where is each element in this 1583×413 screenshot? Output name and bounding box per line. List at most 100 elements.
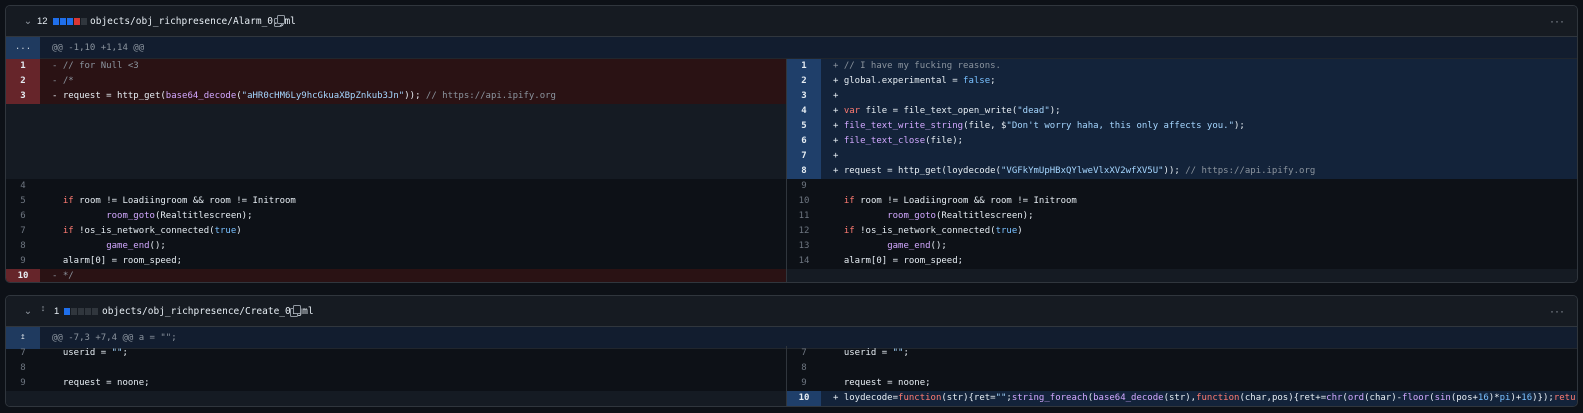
- code-line: 8 + request = http_get(loydecode("VGFkYmU…: [787, 164, 1577, 179]
- file-path-link[interactable]: objects/obj_richpresence/Create_0.gml: [102, 306, 314, 318]
- diffstat-square: [64, 308, 70, 315]
- code-line: 6 + file_text_close(file);: [787, 134, 1577, 149]
- diffstat-square: [92, 308, 98, 315]
- diffstat-square: [85, 308, 91, 315]
- line-number[interactable]: 4: [6, 179, 40, 194]
- line-number[interactable]: [6, 391, 40, 406]
- line-number[interactable]: 3: [6, 89, 40, 104]
- line-number[interactable]: 9: [6, 376, 40, 391]
- line-number[interactable]: 6: [6, 209, 40, 224]
- empty-line: [6, 119, 786, 134]
- file-header: ⌄ 12 objects/obj_richpresence/Alarm_0.gm…: [6, 6, 1577, 37]
- code-line: 3 - request = http_get(base64_decode("aHR…: [6, 89, 786, 104]
- code-text: if !os_is_network_connected(true): [843, 226, 1023, 236]
- line-number[interactable]: 1: [787, 59, 821, 74]
- line-number[interactable]: 5: [787, 119, 821, 134]
- split-divider: [786, 59, 787, 282]
- line-number[interactable]: 9: [787, 179, 821, 194]
- line-number[interactable]: [787, 269, 821, 282]
- empty-line: [6, 104, 786, 119]
- code-line: 14 alarm[0] = room_speed;: [787, 254, 1577, 269]
- chevron-down-icon[interactable]: ⌄: [22, 306, 34, 318]
- empty-line: [787, 269, 1577, 282]
- code-line: 5 if room != Loadiingroom && room != Ini…: [6, 194, 786, 209]
- expand-hunk-button[interactable]: ...: [6, 37, 40, 59]
- diff-left-side: 1 - // for Null <3 2 - /* 3 - request = http_…: [6, 59, 786, 282]
- code-line: 8: [6, 361, 786, 376]
- line-number[interactable]: 8: [6, 361, 40, 376]
- line-number[interactable]: 8: [787, 164, 821, 179]
- code-line: 9 alarm[0] = room_speed;: [6, 254, 786, 269]
- code-line: 7 if !os_is_network_connected(true): [6, 224, 786, 239]
- code-text: +: [833, 91, 839, 101]
- code-line: 8 game_end();: [6, 239, 786, 254]
- code-text: request = noone;: [833, 378, 931, 388]
- line-number[interactable]: [6, 149, 40, 164]
- line-number[interactable]: 13: [787, 239, 821, 254]
- kebab-horizontal-icon[interactable]: ···: [1550, 15, 1565, 27]
- file-path-link[interactable]: objects/obj_richpresence/Alarm_0.gml: [90, 16, 296, 28]
- line-number[interactable]: 9: [787, 376, 821, 391]
- code-line: 11 room_goto(Realtitlescreen);: [787, 209, 1577, 224]
- line-number[interactable]: 8: [787, 361, 821, 376]
- hunk-header: ... @@ -1,10 +1,14 @@: [6, 37, 1577, 59]
- code-text: - /*: [52, 76, 74, 86]
- diff-file-create: ⌄ ↕ 1 objects/obj_richpresence/Create_0.…: [5, 295, 1578, 407]
- line-number[interactable]: 5: [6, 194, 40, 209]
- diffstat-square: [71, 308, 77, 315]
- line-number[interactable]: 8: [6, 239, 40, 254]
- code-text: game_end();: [106, 241, 166, 251]
- line-number[interactable]: 4: [787, 104, 821, 119]
- line-number[interactable]: 7: [6, 346, 40, 361]
- code-line: 10 + loydecode=function(str){ret="";strin…: [787, 391, 1577, 406]
- hunk-range: @@ -1,10 +1,14 @@: [52, 43, 145, 53]
- line-number[interactable]: 10: [787, 391, 821, 406]
- line-number[interactable]: [6, 134, 40, 149]
- code-text: room_goto(Realtitlescreen);: [106, 211, 253, 221]
- code-text: userid = "";: [52, 348, 128, 358]
- diff-right-side: 1 + // I have my fucking reasons. 2 + globa…: [787, 59, 1577, 282]
- line-number[interactable]: 7: [787, 149, 821, 164]
- copy-icon[interactable]: [274, 15, 286, 27]
- diffstat-square: [53, 18, 59, 25]
- diff-right-side: 7 userid = ""; 8 9 request = noone; 10 + loy…: [787, 346, 1577, 406]
- code-line: 1 - // for Null <3: [6, 59, 786, 74]
- unfold-icon[interactable]: ↕: [38, 304, 48, 320]
- code-line: 6 room_goto(Realtitlescreen);: [6, 209, 786, 224]
- line-number[interactable]: 9: [6, 254, 40, 269]
- split-divider: [786, 346, 787, 406]
- line-number[interactable]: [6, 119, 40, 134]
- code-text: + loydecode=function(str){ret="";string_…: [833, 393, 1577, 403]
- code-text: request = noone;: [52, 378, 150, 388]
- code-text: + request = http_get(loydecode("VGFkYmUp…: [833, 166, 1316, 176]
- empty-line: [6, 391, 786, 406]
- line-number[interactable]: 7: [6, 224, 40, 239]
- chevron-down-icon[interactable]: ⌄: [22, 16, 34, 28]
- diff-file-alarm: ⌄ 12 objects/obj_richpresence/Alarm_0.gm…: [5, 5, 1578, 283]
- line-number[interactable]: 6: [787, 134, 821, 149]
- diffstat-square: [78, 308, 84, 315]
- copy-icon[interactable]: [290, 305, 302, 317]
- line-number[interactable]: [6, 164, 40, 179]
- line-number[interactable]: 2: [6, 74, 40, 89]
- code-line: 9 request = noone;: [6, 376, 786, 391]
- line-number[interactable]: 12: [787, 224, 821, 239]
- line-number[interactable]: 10: [6, 269, 40, 282]
- line-number[interactable]: 14: [787, 254, 821, 269]
- kebab-horizontal-icon[interactable]: ···: [1550, 305, 1565, 317]
- code-line: 5 + file_text_write_string(file, $"Don't …: [787, 119, 1577, 134]
- line-number[interactable]: 11: [787, 209, 821, 224]
- code-text: - request = http_get(base64_decode("aHR0…: [52, 91, 556, 101]
- line-number[interactable]: 2: [787, 74, 821, 89]
- code-text: + global.experimental = false;: [833, 76, 996, 86]
- line-number[interactable]: 3: [787, 89, 821, 104]
- code-line: 1 + // I have my fucking reasons.: [787, 59, 1577, 74]
- additions-count: 12: [37, 16, 48, 27]
- line-number[interactable]: [6, 104, 40, 119]
- code-text: if room != Loadiingroom && room != Initr…: [843, 196, 1077, 206]
- code-text: +: [833, 151, 839, 161]
- code-line: 10 - */: [6, 269, 786, 282]
- line-number[interactable]: 1: [6, 59, 40, 74]
- line-number[interactable]: 7: [787, 346, 821, 361]
- line-number[interactable]: 10: [787, 194, 821, 209]
